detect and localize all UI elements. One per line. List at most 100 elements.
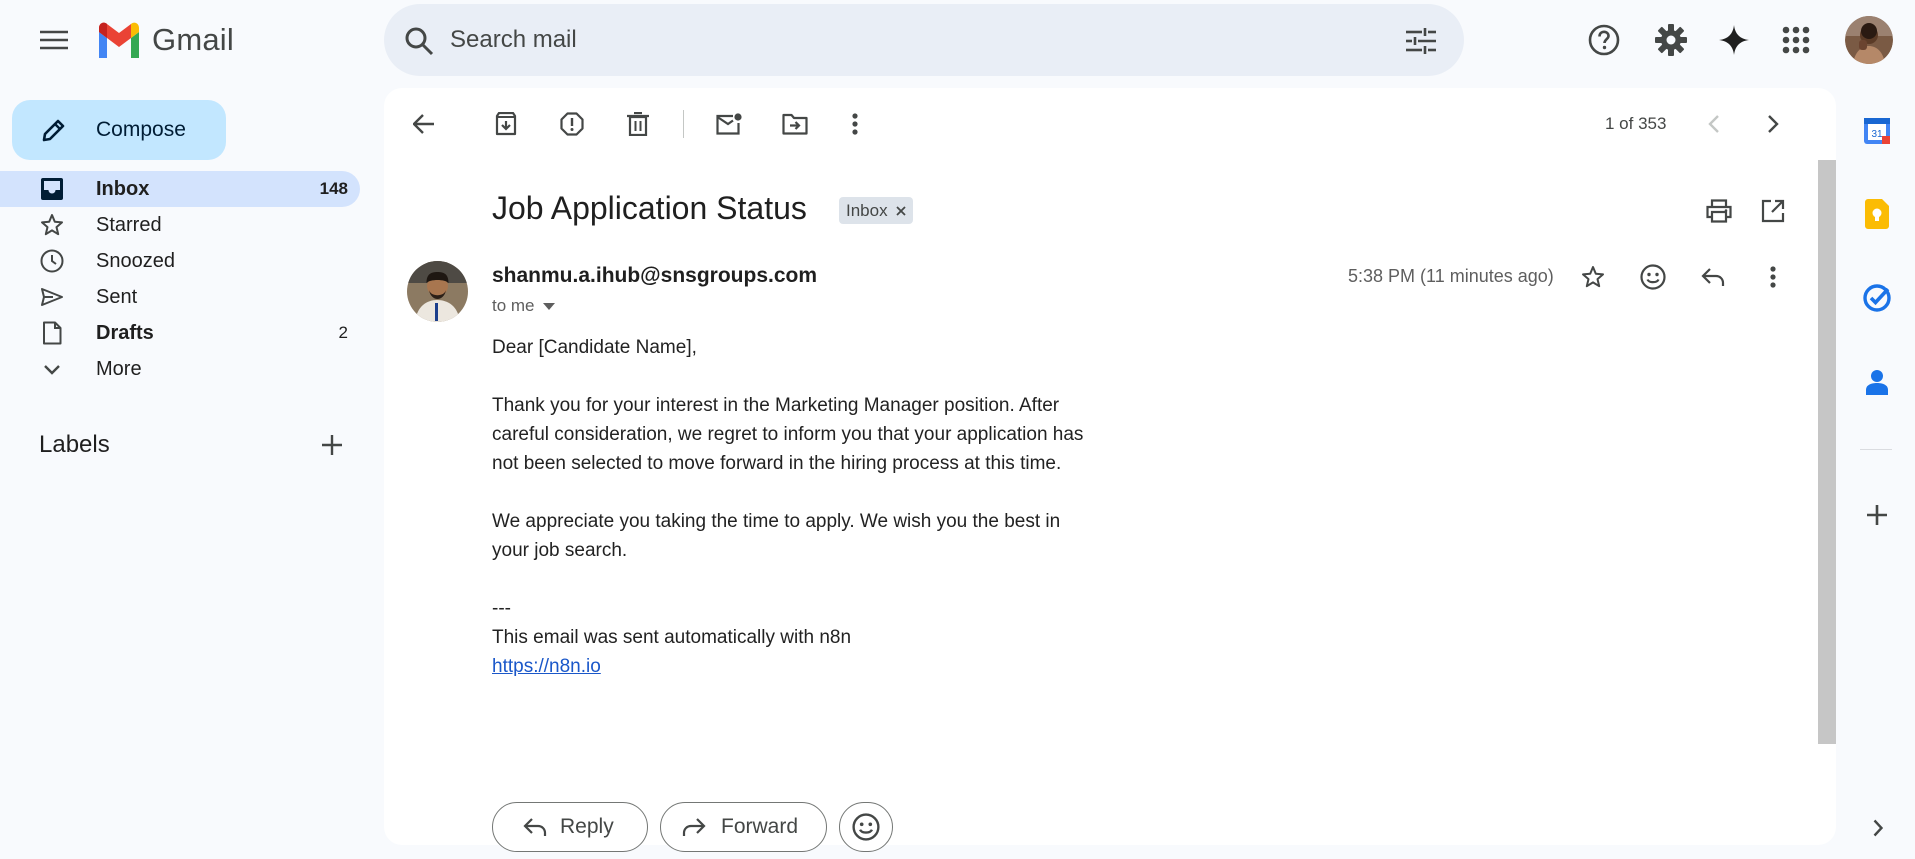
- gmail-logo[interactable]: Gmail: [96, 20, 234, 60]
- plus-icon: [321, 434, 343, 456]
- arrow-left-icon: [413, 114, 435, 134]
- tasks-icon: [1863, 284, 1891, 312]
- labels-heading: Labels: [39, 431, 110, 458]
- show-side-panel-button[interactable]: [1862, 812, 1894, 844]
- chevron-right-icon: [1873, 819, 1883, 837]
- forward-label: Forward: [721, 815, 799, 838]
- chevron-down-icon: [40, 357, 64, 381]
- sidebar-item-sent[interactable]: Sent: [0, 279, 360, 315]
- sender-email[interactable]: shanmu.a.ihub@snsgroups.com: [492, 264, 817, 288]
- move-to-button[interactable]: [777, 106, 813, 142]
- sidebar-item-label: Sent: [96, 285, 138, 308]
- main-menu-button[interactable]: [30, 16, 78, 64]
- recipient-details[interactable]: to me: [492, 296, 555, 316]
- email-subject: Job Application Status: [492, 190, 807, 226]
- sidebar-item-label: Drafts: [96, 321, 154, 344]
- help-button[interactable]: [1584, 20, 1624, 60]
- archive-icon: [494, 112, 518, 136]
- message-counter: 1 of 353: [1605, 114, 1667, 133]
- recipient-label: to me: [492, 296, 535, 315]
- back-button[interactable]: [406, 106, 442, 142]
- get-addons-button[interactable]: [1856, 494, 1898, 536]
- sidebar-item-label: Starred: [96, 213, 162, 236]
- react-button[interactable]: [839, 802, 893, 852]
- message-more-button[interactable]: [1754, 258, 1792, 296]
- trash-icon: [627, 112, 649, 136]
- draft-icon: [40, 321, 64, 345]
- add-reaction-button[interactable]: [1634, 258, 1672, 296]
- calendar-app-button[interactable]: 31: [1856, 110, 1898, 152]
- reply-label: Reply: [560, 815, 614, 838]
- chevron-left-icon: [1708, 114, 1720, 134]
- sidebar-item-label: Snoozed: [96, 249, 175, 272]
- delete-button[interactable]: [620, 106, 656, 142]
- help-icon: [1588, 24, 1620, 56]
- search-bar[interactable]: [384, 4, 1464, 76]
- older-button[interactable]: [1755, 106, 1791, 142]
- more-actions-button[interactable]: [837, 106, 873, 142]
- star-icon: [40, 213, 64, 237]
- search-icon[interactable]: [404, 26, 434, 56]
- compose-button[interactable]: Compose: [12, 100, 226, 160]
- send-icon: [40, 285, 64, 309]
- gemini-icon: [1719, 25, 1749, 55]
- unread-count: 148: [319, 179, 348, 198]
- account-avatar[interactable]: [1845, 16, 1893, 64]
- mark-unread-icon: [716, 113, 742, 135]
- search-options-icon[interactable]: [1406, 28, 1436, 54]
- forward-icon: [682, 817, 706, 837]
- sidebar-item-starred[interactable]: Starred: [0, 207, 360, 243]
- scrollbar-thumb[interactable]: [1818, 160, 1836, 744]
- sidebar-item-snoozed[interactable]: Snoozed: [0, 243, 360, 279]
- open-in-new-icon: [1761, 199, 1785, 223]
- reply-button[interactable]: Reply: [492, 802, 648, 852]
- print-button[interactable]: [1700, 192, 1738, 230]
- remove-label-icon[interactable]: [895, 205, 906, 216]
- message-timestamp: 5:38 PM (11 minutes ago): [1348, 266, 1554, 286]
- apps-icon: [1782, 26, 1810, 54]
- star-message-button[interactable]: [1574, 258, 1612, 296]
- reply-icon-button[interactable]: [1694, 258, 1732, 296]
- rail-divider: [1860, 449, 1892, 450]
- more-vert-icon: [1770, 266, 1776, 288]
- spam-icon: [560, 112, 584, 136]
- open-in-new-window-button[interactable]: [1754, 192, 1792, 230]
- draft-count: 2: [338, 323, 348, 342]
- email-body-text: Dear [Candidate Name], Thank you for you…: [492, 337, 1084, 648]
- sender-avatar[interactable]: [407, 261, 468, 322]
- logo-text: Gmail: [152, 22, 234, 57]
- contacts-icon: [1866, 369, 1888, 395]
- toolbar-divider: [683, 110, 684, 138]
- star-icon: [1581, 265, 1605, 289]
- sidebar-item-drafts[interactable]: Drafts 2: [0, 315, 360, 351]
- search-input[interactable]: [450, 26, 1350, 54]
- sidebar-item-more[interactable]: More: [0, 351, 360, 387]
- label-chip-text: Inbox: [846, 200, 888, 220]
- gemini-button[interactable]: [1714, 20, 1754, 60]
- emoji-icon: [852, 813, 880, 841]
- sidebar-item-label: More: [96, 357, 142, 380]
- report-spam-button[interactable]: [554, 106, 590, 142]
- sidebar-item-inbox[interactable]: Inbox 148: [0, 171, 360, 207]
- keep-app-button[interactable]: [1856, 193, 1898, 235]
- archive-button[interactable]: [488, 106, 524, 142]
- forward-button[interactable]: Forward: [660, 802, 827, 852]
- chevron-right-icon: [1767, 114, 1779, 134]
- tasks-app-button[interactable]: [1856, 277, 1898, 319]
- keep-icon: [1865, 199, 1889, 229]
- plus-icon: [1866, 504, 1888, 526]
- mark-unread-button[interactable]: [711, 106, 747, 142]
- gmail-m-icon: [96, 22, 142, 58]
- sidebar-item-label: Inbox: [96, 177, 150, 200]
- pencil-icon: [42, 118, 66, 142]
- compose-label: Compose: [96, 118, 186, 141]
- create-label-button[interactable]: [316, 429, 348, 461]
- newer-button[interactable]: [1696, 106, 1732, 142]
- apps-button[interactable]: [1776, 20, 1816, 60]
- svg-text:31: 31: [1871, 129, 1883, 140]
- contacts-app-button[interactable]: [1856, 361, 1898, 403]
- n8n-link[interactable]: https://n8n.io: [492, 656, 601, 677]
- inbox-label-chip: Inbox: [839, 197, 913, 224]
- calendar-icon: 31: [1863, 117, 1891, 145]
- settings-button[interactable]: [1651, 20, 1691, 60]
